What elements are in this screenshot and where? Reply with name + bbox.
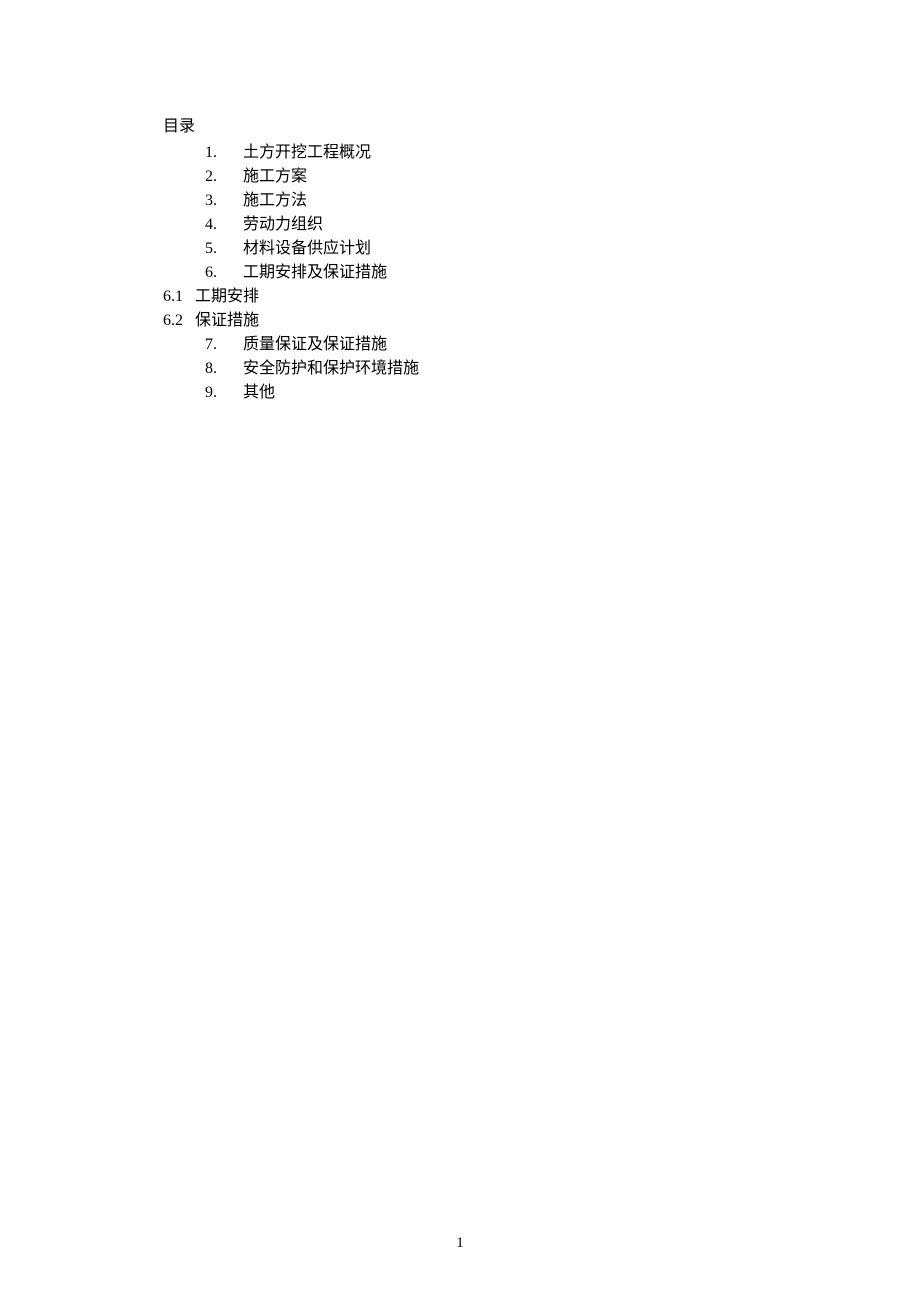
toc-item-number: 6. [205,261,231,285]
toc-item: 4.劳动力组织 [163,213,920,237]
toc-item-number: 4. [205,213,231,237]
toc-item: 6.1工期安排 [163,285,920,309]
toc-item-text: 劳动力组织 [231,216,323,233]
page-number: 1 [0,1235,920,1252]
toc-item-number: 7. [205,333,231,357]
toc-item-text: 质量保证及保证措施 [231,336,387,353]
toc-item-text: 施工方法 [231,192,307,209]
toc-item-text: 其他 [231,384,275,401]
toc-item-text: 工期安排及保证措施 [231,264,387,281]
toc-item-number: 8. [205,357,231,381]
toc-item-number: 6.2 [163,309,193,333]
toc-item: 6.2保证措施 [163,309,920,333]
toc-item: 7.质量保证及保证措施 [163,333,920,357]
toc-item-number: 1. [205,141,231,165]
toc-item: 2.施工方案 [163,165,920,189]
toc-item-number: 3. [205,189,231,213]
toc-item-text: 施工方案 [231,168,307,185]
toc-item: 9.其他 [163,381,920,405]
toc-item-number: 2. [205,165,231,189]
toc-item: 1.土方开挖工程概况 [163,141,920,165]
toc-item-text: 保证措施 [193,312,259,329]
toc-item-number: 9. [205,381,231,405]
document-content: 目录 1.土方开挖工程概况 2.施工方案 3.施工方法 4.劳动力组织 5.材料… [0,0,920,405]
toc-item-text: 土方开挖工程概况 [231,144,371,161]
toc-item-text: 工期安排 [193,288,259,305]
toc-title: 目录 [163,115,920,139]
toc-item-number: 6.1 [163,285,193,309]
toc-item-number: 5. [205,237,231,261]
toc-item: 6.工期安排及保证措施 [163,261,920,285]
toc-item: 8.安全防护和保护环境措施 [163,357,920,381]
toc-item-text: 安全防护和保护环境措施 [231,360,419,377]
toc-item: 3.施工方法 [163,189,920,213]
toc-item: 5.材料设备供应计划 [163,237,920,261]
toc-item-text: 材料设备供应计划 [231,240,371,257]
